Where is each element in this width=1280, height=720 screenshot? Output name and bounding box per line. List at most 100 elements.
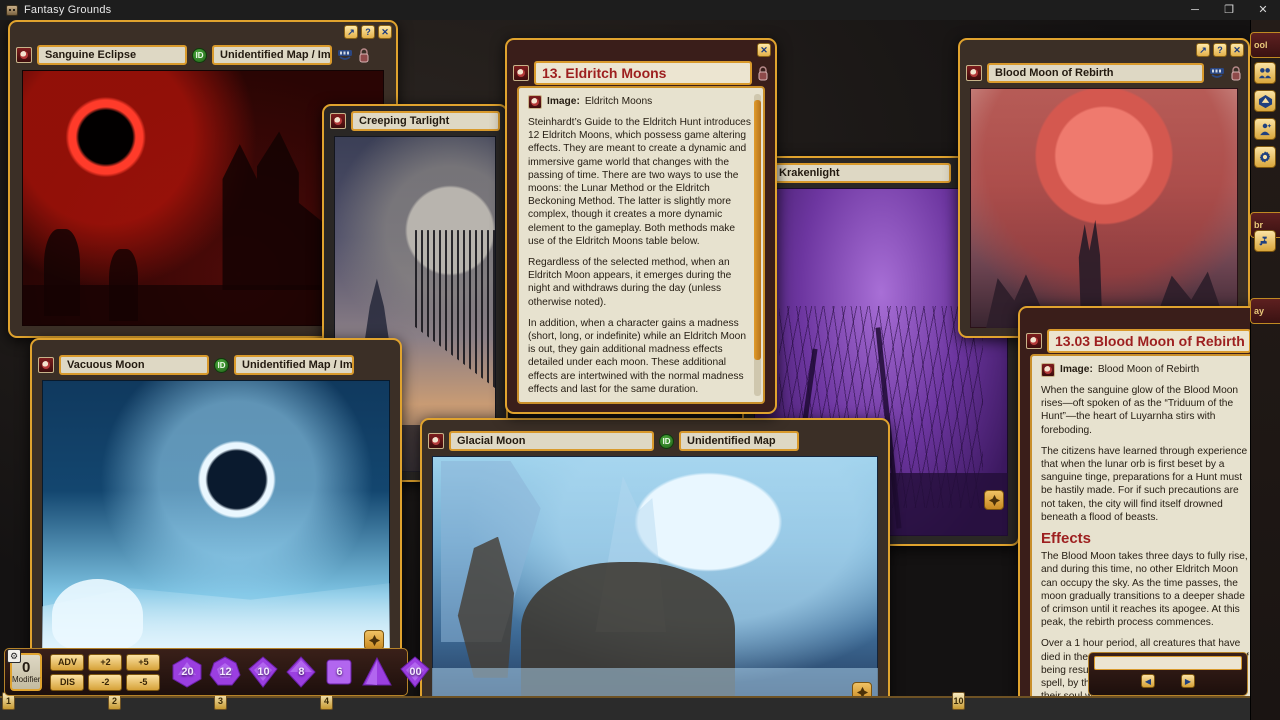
modifier-box[interactable]: ⚙ 0 Modifier bbox=[7, 649, 43, 691]
fantasy-grounds-icon bbox=[6, 4, 18, 16]
eldritch-text: Image: Eldritch Moons Steinhardt’s Guide… bbox=[519, 88, 763, 402]
die-d10[interactable]: 10 bbox=[246, 655, 280, 689]
paragraph-1: Steinhardt’s Guide to the Eldritch Hunt … bbox=[528, 117, 751, 247]
modules-icon[interactable] bbox=[1254, 230, 1276, 252]
dis-button[interactable]: DIS bbox=[50, 673, 85, 691]
share-image-button[interactable] bbox=[364, 630, 384, 650]
plus5-button[interactable]: +5 bbox=[126, 653, 161, 671]
image-value[interactable]: Blood Moon of Rebirth bbox=[1098, 363, 1199, 376]
title-field[interactable]: Blood Moon of Rebirth bbox=[987, 63, 1204, 83]
title-field[interactable]: Glacial Moon bbox=[449, 431, 654, 451]
die-d20[interactable]: 20 bbox=[170, 655, 204, 689]
image-link-row[interactable]: Image: Eldritch Moons bbox=[528, 95, 754, 109]
dice-tray: 20 12 10 8 6 00 bbox=[170, 655, 432, 689]
window-blood-moon-art[interactable]: ↗ ? ✕ Blood Moon of Rebirth bbox=[958, 38, 1250, 338]
stage-ruler[interactable]: 1 2 3 4 10 bbox=[0, 692, 1280, 720]
gear-icon[interactable] bbox=[1254, 146, 1276, 168]
eldritch-content-sheet: Image: Eldritch Moons Steinhardt’s Guide… bbox=[517, 86, 765, 404]
modifier-label: Modifier bbox=[12, 675, 41, 684]
next-page-icon[interactable]: ▶ bbox=[1181, 674, 1195, 688]
image-value[interactable]: Eldritch Moons bbox=[585, 95, 652, 108]
npc-icon[interactable] bbox=[1254, 118, 1276, 140]
mask-icon[interactable] bbox=[1209, 66, 1225, 80]
header-bloodmoon-art: Blood Moon of Rebirth bbox=[960, 58, 1248, 88]
mask-icon[interactable] bbox=[337, 48, 353, 62]
panel-eldritch-moons[interactable]: ✕ 13. Eldritch Moons Image: Eldritch Moo… bbox=[505, 38, 777, 414]
image-link-row[interactable]: Image: Blood Moon of Rebirth bbox=[1041, 363, 1253, 377]
id-badge[interactable]: ID bbox=[214, 357, 229, 373]
modifier-value: 0 bbox=[22, 659, 31, 676]
chat-nav-panel[interactable]: ◀ ▶ bbox=[1088, 652, 1248, 696]
title-field[interactable]: Sanguine Eclipse bbox=[37, 45, 187, 65]
page-title[interactable]: 13. Eldritch Moons bbox=[534, 61, 752, 85]
page-nav: ◀ ▶ bbox=[1089, 674, 1247, 688]
lock-icon[interactable] bbox=[358, 47, 370, 63]
ruler-tick[interactable]: 10 bbox=[952, 692, 965, 710]
image-record-icon bbox=[528, 95, 542, 109]
header-bloodmoon-panel: 13.03 Blood Moon of Rebirth bbox=[1020, 324, 1274, 358]
close-icon[interactable]: ✕ bbox=[757, 43, 771, 57]
title-field[interactable]: Krakenlight bbox=[771, 163, 951, 183]
title-field[interactable]: Creeping Tarlight bbox=[351, 111, 500, 131]
gear-icon[interactable]: ⚙ bbox=[7, 649, 21, 663]
record-icon bbox=[513, 65, 529, 81]
window-glacial-moon[interactable]: Glacial Moon ID Unidentified Map bbox=[420, 418, 890, 720]
paragraph-2: Regardless of the selected method, when … bbox=[528, 257, 732, 308]
share-image-button[interactable] bbox=[984, 490, 1004, 510]
right-sidebar: ool br ay bbox=[1250, 20, 1280, 720]
image-glacial-moon[interactable] bbox=[432, 456, 878, 708]
type-field[interactable]: Unidentified Map / Im bbox=[234, 355, 354, 375]
die-d100[interactable]: 00 bbox=[398, 655, 432, 689]
die-d4[interactable] bbox=[360, 655, 394, 689]
dice-d20-icon[interactable] bbox=[1254, 90, 1276, 112]
window-controls-sanguine: ↗ ? ✕ bbox=[344, 25, 392, 39]
scrollbar-eldritch[interactable] bbox=[754, 94, 761, 396]
header-eldritch: 13. Eldritch Moons bbox=[507, 56, 775, 90]
header-sanguine: Sanguine Eclipse ID Unidentified Map / I… bbox=[10, 40, 396, 70]
close-icon[interactable]: ✕ bbox=[378, 25, 392, 39]
page-title[interactable]: 13.03 Blood Moon of Rebirth bbox=[1047, 329, 1251, 353]
paragraph-1: When the sanguine glow of the Blood Moon… bbox=[1041, 385, 1239, 436]
lock-icon[interactable] bbox=[1230, 65, 1242, 81]
minus5-button[interactable]: -5 bbox=[126, 673, 161, 691]
desktop: ↗ ? ✕ Sanguine Eclipse ID Unidentified M… bbox=[0, 20, 1280, 720]
die-d6[interactable]: 6 bbox=[322, 655, 356, 689]
window-controls-bloodmoon: ↗ ? ✕ bbox=[1196, 43, 1244, 57]
id-badge[interactable]: ID bbox=[192, 47, 207, 63]
die-label: 6 bbox=[336, 666, 343, 678]
window-buttons: ─ ❐ ✕ bbox=[1178, 0, 1280, 20]
type-field[interactable]: Unidentified Map bbox=[679, 431, 799, 451]
window-vacuous-moon[interactable]: Vacuous Moon ID Unidentified Map / Im bbox=[30, 338, 402, 668]
minus2-button[interactable]: -2 bbox=[88, 673, 123, 691]
help-icon[interactable]: ? bbox=[1213, 43, 1227, 57]
image-label: Image: bbox=[1060, 364, 1093, 376]
lock-icon[interactable] bbox=[757, 65, 769, 81]
type-field[interactable]: Unidentified Map / Im bbox=[212, 45, 332, 65]
image-vacuous-moon[interactable] bbox=[42, 380, 390, 656]
fantasy-grounds-app: Fantasy Grounds ─ ❐ ✕ ↗ ? ✕ Sanguine Ecl… bbox=[0, 0, 1280, 720]
header-tarlight: Creeping Tarlight bbox=[324, 106, 506, 136]
prev-page-icon[interactable]: ◀ bbox=[1141, 674, 1155, 688]
sidebar-tab-tools[interactable]: ool bbox=[1250, 32, 1280, 58]
chat-input[interactable] bbox=[1094, 656, 1242, 670]
title-field[interactable]: Vacuous Moon bbox=[59, 355, 209, 375]
die-d8[interactable]: 8 bbox=[284, 655, 318, 689]
maximize-icon[interactable]: ❐ bbox=[1212, 0, 1246, 20]
sidebar-tab-play[interactable]: ay bbox=[1250, 298, 1280, 324]
close-icon[interactable]: ✕ bbox=[1230, 43, 1244, 57]
party-icon[interactable] bbox=[1254, 62, 1276, 84]
help-icon[interactable]: ? bbox=[361, 25, 375, 39]
expand-icon[interactable]: ↗ bbox=[344, 25, 358, 39]
minimize-icon[interactable]: ─ bbox=[1178, 0, 1212, 20]
image-blood-moon[interactable] bbox=[970, 88, 1238, 328]
header-vacuous: Vacuous Moon ID Unidentified Map / Im bbox=[32, 350, 400, 380]
os-titlebar: Fantasy Grounds ─ ❐ ✕ bbox=[0, 0, 1280, 20]
adv-button[interactable]: ADV bbox=[50, 653, 85, 671]
expand-icon[interactable]: ↗ bbox=[1196, 43, 1210, 57]
record-icon bbox=[330, 113, 346, 129]
close-icon[interactable]: ✕ bbox=[1246, 0, 1280, 20]
plus2-button[interactable]: +2 bbox=[88, 653, 123, 671]
record-icon bbox=[966, 65, 982, 81]
die-d12[interactable]: 12 bbox=[208, 655, 242, 689]
id-badge[interactable]: ID bbox=[659, 433, 674, 449]
